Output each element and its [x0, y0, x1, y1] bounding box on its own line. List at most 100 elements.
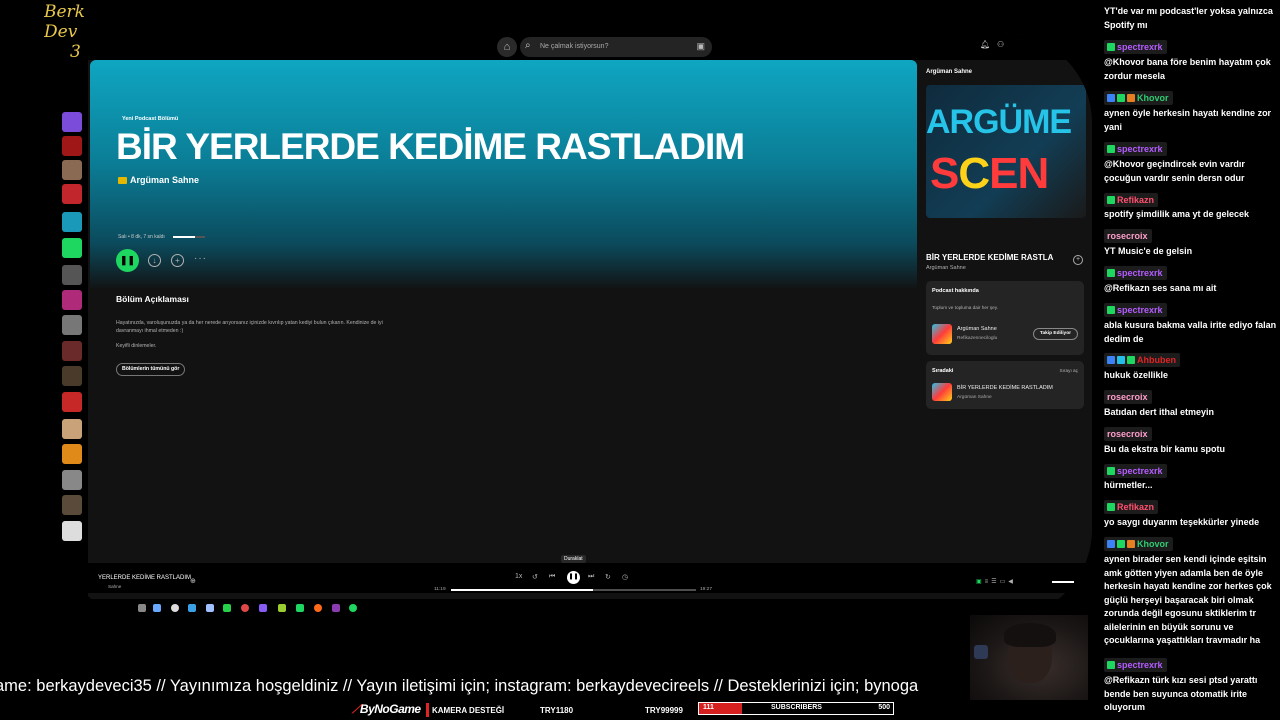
- library-item[interactable]: [62, 495, 82, 515]
- queue-icon[interactable]: ☰: [991, 579, 999, 585]
- library-item[interactable]: [62, 315, 82, 335]
- taskbar-app-icon[interactable]: [138, 604, 146, 612]
- library-item[interactable]: [62, 184, 82, 204]
- library-item-liked[interactable]: [62, 112, 82, 132]
- library-item[interactable]: [62, 136, 82, 156]
- chat-username[interactable]: Khovor: [1104, 91, 1173, 105]
- chat-username[interactable]: spectrexrk: [1104, 266, 1167, 280]
- open-queue-link[interactable]: Sırayı aç: [1060, 368, 1079, 373]
- now-playing-view-icon[interactable]: ▣: [976, 579, 985, 585]
- episode-show[interactable]: Argüman Sahne: [118, 175, 199, 185]
- taskbar-app-icon[interactable]: [314, 604, 322, 612]
- add-icon[interactable]: +: [171, 254, 184, 267]
- player-show[interactable]: Sahne: [108, 584, 121, 589]
- volume-icon[interactable]: ◀: [1008, 579, 1016, 585]
- about-host: Refikazenneciloglu: [957, 336, 998, 341]
- taskbar-app-icon[interactable]: [259, 604, 267, 612]
- chat-username[interactable]: rosecroix: [1104, 427, 1152, 441]
- chat-username[interactable]: Khovor: [1104, 537, 1173, 551]
- podcast-cover: ARGÜME SCEN: [926, 85, 1086, 218]
- about-heading: Podcast hakkında: [932, 288, 979, 294]
- library-item[interactable]: [62, 341, 82, 361]
- previous-icon[interactable]: ⏮: [549, 573, 555, 581]
- brand-mark: ⟋: [352, 702, 360, 716]
- player-extra-controls: ▣≡☰▭◀: [976, 578, 1016, 585]
- add-icon[interactable]: ⊕: [190, 577, 196, 585]
- cover-letter: C: [958, 149, 990, 198]
- taskbar-app-icon[interactable]: [278, 604, 286, 612]
- pause-tooltip: Duraklat: [561, 555, 586, 563]
- add-icon[interactable]: +: [1073, 255, 1083, 265]
- episode-view: Yeni Podcast Bölümü BİR YERLERDE KEDİME …: [90, 60, 917, 563]
- next-icon[interactable]: ⏭: [588, 573, 594, 581]
- chat-username[interactable]: spectrexrk: [1104, 303, 1167, 317]
- chat-username[interactable]: spectrexrk: [1104, 464, 1167, 478]
- taskbar-app-icon[interactable]: [153, 604, 161, 612]
- panel-episode-show[interactable]: Argüman Sahne: [926, 265, 966, 271]
- chat-username-label: spectrexrk: [1117, 660, 1163, 670]
- chat-username[interactable]: Refikazn: [1104, 500, 1159, 514]
- volume-slider[interactable]: [1052, 581, 1074, 583]
- library-item[interactable]: [62, 290, 82, 310]
- library-item[interactable]: [62, 470, 82, 490]
- panel-episode-title[interactable]: BİR YERLERDE KEDİME RASTLA: [926, 253, 1071, 262]
- library-item[interactable]: [62, 419, 82, 439]
- follow-button[interactable]: Takip Ediliyor: [1032, 328, 1078, 340]
- cover-letter: EN: [989, 149, 1049, 198]
- all-episodes-button[interactable]: Bölümlerin tümünü gör: [116, 363, 186, 376]
- subscriber-count: 111: [703, 704, 714, 711]
- chat-username[interactable]: spectrexrk: [1104, 40, 1167, 54]
- library-item[interactable]: [62, 366, 82, 386]
- queue-item-title[interactable]: BİR YERLERDE KEDİME RASTLADIM: [957, 385, 1053, 391]
- chat-username[interactable]: Refikazn: [1104, 193, 1159, 207]
- library-item[interactable]: [62, 265, 82, 285]
- library-item[interactable]: [62, 238, 82, 258]
- library-item[interactable]: [62, 444, 82, 464]
- chat-badge-icon: [1107, 196, 1115, 204]
- about-show-name[interactable]: Argüman Sahne: [957, 326, 997, 332]
- pause-button[interactable]: ❚❚: [116, 249, 139, 272]
- more-options-icon[interactable]: ···: [194, 253, 207, 264]
- chat-username[interactable]: Ahbuben: [1104, 353, 1180, 367]
- corner-text-1: Berk: [44, 2, 85, 22]
- browse-icon[interactable]: ▣: [696, 41, 705, 52]
- cover-text-1: ARGÜME: [926, 103, 1072, 141]
- seek-bar[interactable]: [451, 589, 696, 591]
- chat-message: @Khovor geçindircek evin vardır çocuğun …: [1104, 159, 1245, 183]
- player-pause-button[interactable]: ❚❚: [567, 571, 580, 584]
- taskbar-app-icon[interactable]: [296, 604, 304, 612]
- library-item[interactable]: [62, 160, 82, 180]
- taskbar-app-icon[interactable]: [188, 604, 196, 612]
- chat-username-label: Khovor: [1137, 93, 1169, 103]
- speed-button[interactable]: 1x: [515, 573, 522, 580]
- library-item[interactable]: [62, 212, 82, 232]
- library-item[interactable]: [62, 521, 82, 541]
- seek-bar-fill: [451, 589, 594, 591]
- taskbar-app-icon[interactable]: [206, 604, 214, 612]
- cover-text-2: SCEN: [930, 149, 1049, 199]
- bell-icon[interactable]: 🔔︎: [980, 40, 990, 49]
- chat-username[interactable]: rosecroix: [1104, 229, 1152, 243]
- chat-username-label: spectrexrk: [1117, 466, 1163, 476]
- chat-badge-icon: [1107, 540, 1115, 548]
- taskbar-app-icon[interactable]: [223, 604, 231, 612]
- search-input[interactable]: ⌕ Ne çalmak istiyorsun? ▣: [520, 37, 712, 57]
- chat-username[interactable]: spectrexrk: [1104, 142, 1167, 156]
- taskbar-app-icon[interactable]: [171, 604, 179, 612]
- home-button[interactable]: ⌂: [497, 37, 517, 57]
- download-icon[interactable]: ↓: [148, 254, 161, 267]
- spotify-taskbar-icon[interactable]: [349, 604, 357, 612]
- sleep-timer-icon[interactable]: ◷: [622, 573, 628, 581]
- player-track-title[interactable]: YERLERDE KEDİME RASTLADIM: [98, 575, 191, 581]
- chat-badge-icon: [1107, 269, 1115, 277]
- chat-username[interactable]: rosecroix: [1104, 390, 1152, 404]
- device-icon[interactable]: ▭: [1000, 579, 1009, 585]
- forward-icon[interactable]: ↻: [605, 573, 611, 581]
- taskbar-app-icon[interactable]: [332, 604, 340, 612]
- chat-username[interactable]: spectrexrk: [1104, 658, 1167, 672]
- library-item[interactable]: [62, 392, 82, 412]
- rewind-icon[interactable]: ↺: [532, 573, 538, 581]
- friends-icon[interactable]: ⚇: [997, 40, 1004, 49]
- taskbar-app-icon[interactable]: [241, 604, 249, 612]
- chat-message: @Refikazn türk kızı sesi ptsd yarattı be…: [1104, 675, 1258, 712]
